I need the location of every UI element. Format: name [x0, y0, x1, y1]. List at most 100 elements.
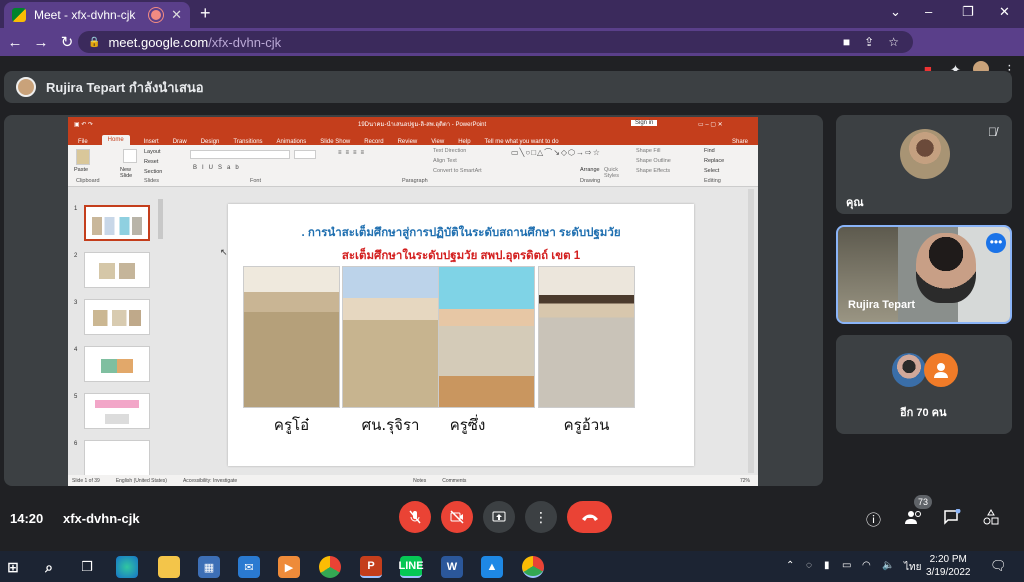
- new-slide-icon: [123, 149, 137, 163]
- ppt-title-bar: ▣ ↶ ↷ 19Dนาคม-นำเสนอปฐม-ลิ-สพ.อุดิตา - P…: [68, 117, 758, 131]
- ppt-title: 19Dนาคม-นำเสนอปฐม-ลิ-สพ.อุดิตา - PowerPo…: [358, 122, 487, 128]
- ppt-window-controls-icon: ▭ – ▢ ✕: [698, 121, 723, 128]
- slide-scrollbar: [748, 189, 754, 473]
- powerpoint-icon[interactable]: P: [360, 556, 382, 578]
- battery-icon[interactable]: ▭: [842, 560, 851, 571]
- volume-icon[interactable]: 🔈: [882, 560, 894, 571]
- url-path: /xfx-dvhn-cjk: [208, 34, 282, 50]
- meeting-details-icon[interactable]: ⓘ: [866, 509, 881, 530]
- you-label: คุณ: [846, 197, 864, 209]
- edge-icon[interactable]: [116, 556, 138, 578]
- tile-you[interactable]: 🎙̸ คุณ: [836, 115, 1012, 214]
- back-arrow-icon[interactable]: ←: [2, 34, 28, 51]
- shape-effects-label: Shape Effects: [636, 168, 671, 174]
- input-language[interactable]: ไทย: [904, 560, 921, 575]
- windows-start-icon[interactable]: ⊞: [2, 556, 24, 578]
- new-tab-button[interactable]: +: [200, 3, 211, 24]
- teacher-photo-2: [342, 266, 439, 408]
- word-icon[interactable]: W: [441, 556, 463, 578]
- group-drawing: Drawing: [580, 178, 601, 184]
- zoom-level: 72%: [739, 477, 750, 484]
- maximize-button[interactable]: ❐: [962, 4, 974, 20]
- share-icon[interactable]: ⇪: [864, 35, 874, 49]
- more-options-button[interactable]: ⋮: [525, 501, 557, 533]
- chrome-tab-bar: Meet - xfx-dvhn-cjk ✕ + ⌄ – ❐ ✕: [0, 0, 1024, 28]
- notifications-icon[interactable]: 🗨: [990, 558, 1007, 574]
- meeting-time: 14:20: [10, 511, 44, 526]
- reload-icon[interactable]: ↻: [54, 33, 80, 51]
- slide-thumbnail: [84, 205, 150, 241]
- forward-arrow-icon[interactable]: →: [28, 34, 54, 51]
- photos-icon[interactable]: ▲: [481, 556, 503, 578]
- tray-app-icon[interactable]: ◌: [806, 560, 812, 571]
- rujira-label: Rujira Tepart: [848, 299, 916, 311]
- minimize-button[interactable]: –: [925, 4, 932, 19]
- lock-icon: 🔒: [88, 36, 101, 48]
- end-call-button[interactable]: [567, 501, 612, 533]
- slide-number: 4: [74, 347, 78, 353]
- slide-thumbnail: [84, 346, 150, 382]
- teacher-name-1: ครูโอ๋: [273, 416, 310, 434]
- group-editing: Editing: [704, 178, 721, 184]
- current-slide: . การนำสะเต็มศึกษาสู่การปฏิบัติในระดับสถ…: [228, 204, 694, 466]
- store-icon[interactable]: ▦: [198, 556, 220, 578]
- font-format-icons: BIUSab: [193, 165, 244, 171]
- url-host: meet.google.com: [108, 34, 209, 50]
- slide-heading-2: สะเต็มศึกษาในระดับปฐมวัย สพป.อุตรดิตถ์ เ…: [341, 250, 581, 262]
- tray-chevron-icon[interactable]: ⌃: [786, 560, 794, 571]
- media-player-icon[interactable]: ▶: [278, 556, 300, 578]
- wifi-icon[interactable]: ◠: [862, 560, 871, 571]
- teacher-photo-3: [438, 266, 535, 408]
- slide-number: 1: [74, 206, 78, 212]
- taskbar-clock[interactable]: 2:20 PM 3/19/2022: [926, 553, 971, 579]
- section-label: Section: [144, 169, 163, 175]
- present-screen-icon: [492, 511, 506, 522]
- slide-thumbnail: [84, 393, 150, 429]
- more-options-icon[interactable]: •••: [986, 233, 1006, 253]
- reset-label: Reset: [144, 159, 159, 165]
- recording-indicator-icon: [151, 10, 162, 20]
- group-clipboard: Clipboard: [76, 178, 100, 184]
- ppt-workspace: 1 2 3 4 5 6 ↖ . การนำสะเต็มศึกษาสู่การปฏ…: [68, 187, 758, 476]
- slide-thumbnails: 1 2 3 4 5 6: [68, 187, 165, 476]
- camera-icon[interactable]: ■: [843, 35, 850, 49]
- present-now-button[interactable]: [483, 501, 515, 533]
- arrange-label: Arrange: [580, 167, 600, 173]
- mail-icon[interactable]: ✉: [238, 556, 260, 578]
- tab-search-icon[interactable]: ⌄: [890, 4, 901, 20]
- ppt-ribbon-tabs: File Home Insert Draw Design Transitions…: [68, 131, 758, 145]
- font-size-box: [294, 150, 316, 159]
- people-icon[interactable]: [904, 509, 924, 529]
- bookmark-star-icon[interactable]: ☆: [888, 35, 899, 49]
- clock-time: 2:20 PM: [929, 554, 967, 565]
- chat-icon[interactable]: [943, 508, 961, 529]
- person-icon: [924, 353, 958, 387]
- address-bar[interactable]: 🔒 meet.google.com/xfx-dvhn-cjk ■ ⇪ ☆: [78, 31, 913, 53]
- text-direction-label: Text Direction: [433, 148, 467, 154]
- participant-avatar: [892, 353, 926, 387]
- chrome-active-icon[interactable]: [522, 556, 544, 578]
- hang-up-icon: [581, 514, 598, 521]
- search-icon[interactable]: ⌕: [38, 556, 60, 578]
- tile-others[interactable]: อีก 70 คน: [836, 335, 1012, 434]
- group-paragraph: Paragraph: [402, 178, 428, 184]
- camera-toggle-button[interactable]: [441, 501, 473, 533]
- paste-icon: [76, 149, 90, 165]
- presenter-text: Rujira Tepart กำลังนำเสนอ: [46, 79, 204, 95]
- activities-icon[interactable]: [982, 509, 1000, 529]
- file-explorer-icon[interactable]: [158, 556, 180, 578]
- slide-thumbnail: [84, 299, 150, 335]
- line-icon[interactable]: LINE: [398, 556, 424, 578]
- find-label: Find: [704, 148, 715, 154]
- usb-icon[interactable]: ▮: [824, 560, 830, 571]
- chrome-icon[interactable]: [319, 556, 341, 578]
- accessibility-status: Accessibility: Investigate: [182, 477, 238, 484]
- browser-tab[interactable]: Meet - xfx-dvhn-cjk ✕: [4, 2, 190, 28]
- tile-rujira[interactable]: ••• Rujira Tepart: [836, 225, 1012, 324]
- close-tab-icon[interactable]: ✕: [171, 7, 182, 23]
- task-view-icon[interactable]: ❒: [76, 556, 98, 578]
- mic-toggle-button[interactable]: [399, 501, 431, 533]
- replace-label: Replace: [704, 158, 725, 164]
- comments-status: Comments: [442, 477, 467, 484]
- close-window-button[interactable]: ✕: [999, 4, 1010, 20]
